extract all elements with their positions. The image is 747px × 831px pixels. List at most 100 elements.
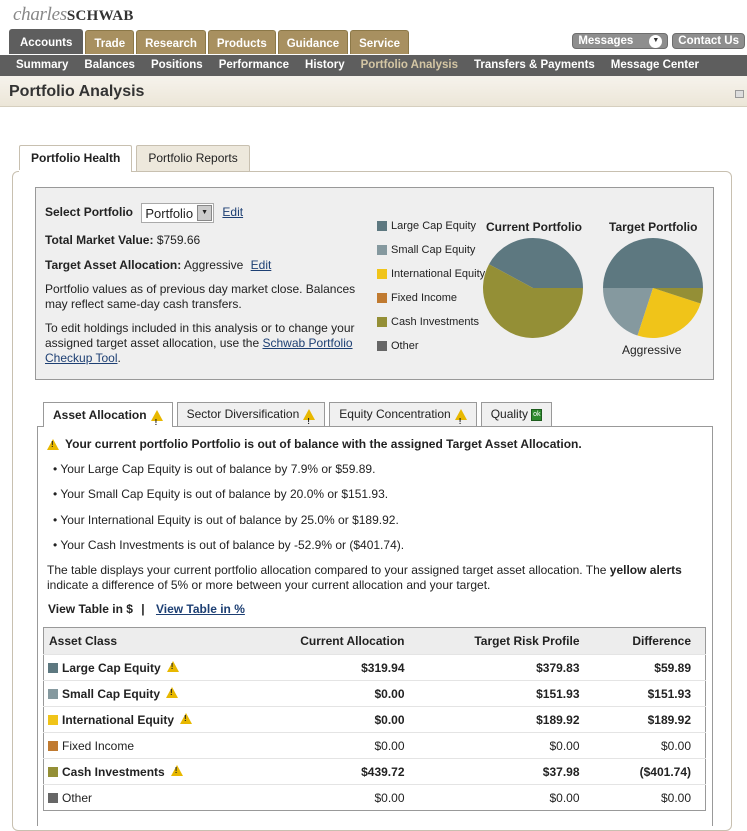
tab-label: Asset Allocation <box>53 407 147 422</box>
target-allocation-label: Target Asset Allocation: <box>45 258 182 272</box>
swatch-fixed-income <box>48 740 58 751</box>
list-item: • Your International Equity is out of ba… <box>53 512 399 527</box>
tab-portfolio-health[interactable]: Portfolio Health <box>19 145 133 172</box>
current-cell: $0.00 <box>243 732 419 759</box>
difference-cell: ($401.74) <box>593 758 706 785</box>
asset-cell: International Equity <box>43 706 244 733</box>
subnav-message-center[interactable]: Message Center <box>611 55 699 76</box>
pie-slice-large-cap <box>603 238 703 288</box>
contact-us-button[interactable]: Contact Us <box>672 33 745 49</box>
view-table-percent-link[interactable]: View Table in % <box>156 602 245 616</box>
legend-label: International Equity <box>391 268 486 280</box>
chevron-down-icon[interactable]: ▼ <box>649 34 663 48</box>
tab-quality[interactable]: Quality ok <box>480 402 553 426</box>
swatch-large-cap <box>48 662 58 673</box>
email-page-icon[interactable] <box>735 90 744 98</box>
subnav-portfolio-analysis[interactable]: Portfolio Analysis <box>361 55 458 76</box>
legend-item: International Equity <box>377 262 485 286</box>
tab-sector-diversification[interactable]: Sector Diversification <box>176 402 326 433</box>
asset-name: Large Cap Equity <box>62 660 161 675</box>
difference-cell: $0.00 <box>593 784 706 811</box>
tab-label: Equity Concentration <box>339 407 451 421</box>
inner-tab-join-mask <box>44 425 168 428</box>
schwab-logo[interactable]: charlesSCHWAB <box>13 4 134 26</box>
legend-item: Small Cap Equity <box>377 238 485 262</box>
portfolio-select[interactable]: Portfolio ▼ <box>141 203 215 223</box>
target-cell: $379.83 <box>418 654 594 681</box>
tab-portfolio-reports[interactable]: Portfolio Reports <box>136 145 250 171</box>
warning-icon <box>180 712 193 724</box>
current-cell: $0.00 <box>243 680 419 707</box>
col-asset-class: Asset Class <box>43 627 244 655</box>
subnav-balances[interactable]: Balances <box>84 55 135 76</box>
balance-alert-text: Your current portfolio Portfolio is out … <box>65 437 582 451</box>
current-cell: $439.72 <box>243 758 419 785</box>
current-cell: $0.00 <box>243 784 419 811</box>
legend-label: Large Cap Equity <box>391 220 476 232</box>
subnav-transfers-payments[interactable]: Transfers & Payments <box>474 55 595 76</box>
tab-join-mask <box>19 170 124 173</box>
current-portfolio-pie <box>483 238 583 338</box>
subnav-positions[interactable]: Positions <box>151 55 203 76</box>
logo-schwab: SCHWAB <box>66 8 134 24</box>
warning-icon <box>166 660 179 672</box>
col-current-allocation: Current Allocation <box>243 627 419 655</box>
main-tab-guidance[interactable]: Guidance <box>277 30 349 54</box>
list-item: • Your Cash Investments is out of balanc… <box>53 537 405 552</box>
legend-item: Fixed Income <box>377 286 485 310</box>
legend-swatch-small-cap <box>377 245 387 255</box>
table-row: Large Cap Equity $319.94 $379.83 $59.89 <box>43 654 706 681</box>
legend-label: Small Cap Equity <box>391 244 476 256</box>
target-portfolio-title: Target Portfolio <box>609 220 698 234</box>
legend-swatch-large-cap <box>377 221 387 231</box>
target-cell: $0.00 <box>418 732 594 759</box>
tab-equity-concentration[interactable]: Equity Concentration <box>329 402 477 433</box>
tab-asset-allocation[interactable]: Asset Allocation <box>43 402 173 434</box>
dropdown-arrow-icon[interactable]: ▼ <box>197 205 213 221</box>
top-buttons: Messages ▼ Contact Us <box>572 33 745 49</box>
total-market-value-label: Total Market Value: <box>45 233 154 247</box>
select-portfolio-label: Select Portfolio <box>45 205 134 220</box>
asset-name: Other <box>62 790 93 805</box>
swatch-small-cap <box>48 688 58 699</box>
logo-charles: charles <box>13 4 67 25</box>
table-row: Small Cap Equity $0.00 $151.93 $151.93 <box>43 680 706 707</box>
subnav-performance[interactable]: Performance <box>219 55 289 76</box>
edit-portfolio-link[interactable]: Edit <box>222 205 243 219</box>
tab-label: Sector Diversification <box>186 407 300 421</box>
main-tab-service[interactable]: Service <box>350 30 410 54</box>
legend-item: Other <box>377 334 485 358</box>
select-portfolio-row: Select Portfolio Portfolio ▼ Edit <box>45 203 243 223</box>
portfolio-select-value: Portfolio <box>145 205 194 221</box>
main-tab-products[interactable]: Products <box>207 30 276 54</box>
asset-cell: Large Cap Equity <box>43 654 244 681</box>
main-tab-trade[interactable]: Trade <box>85 30 135 54</box>
warning-icon <box>166 686 179 698</box>
messages-button[interactable]: Messages ▼ <box>572 33 669 49</box>
target-cell: $151.93 <box>418 680 594 707</box>
swatch-international <box>48 714 58 725</box>
main-tab-accounts[interactable]: Accounts <box>9 29 84 54</box>
outer-tabs: Portfolio Health Portfolio Reports <box>19 145 250 172</box>
subnav-history[interactable]: History <box>305 55 345 76</box>
swatch-cash <box>48 766 58 777</box>
difference-cell: $0.00 <box>593 732 706 759</box>
health-tabs: Asset Allocation Sector Diversification … <box>43 402 553 434</box>
warning-icon <box>150 409 163 434</box>
subnav-summary[interactable]: Summary <box>16 55 68 76</box>
asset-name: Small Cap Equity <box>62 686 161 701</box>
legend-label: Fixed Income <box>391 292 458 304</box>
balance-alert: Your current portfolio Portfolio is out … <box>47 437 582 451</box>
page-title: Portfolio Analysis <box>9 83 145 100</box>
col-difference: Difference <box>593 627 706 655</box>
difference-cell: $189.92 <box>593 706 706 733</box>
asset-name: Cash Investments <box>62 764 165 779</box>
asset-cell: Other <box>43 784 244 811</box>
main-tab-research[interactable]: Research <box>136 30 206 54</box>
total-market-value-row: Total Market Value: $759.66 <box>45 233 200 247</box>
note-period: . <box>117 351 121 365</box>
warning-icon <box>170 764 183 776</box>
table-row: Fixed Income $0.00 $0.00 $0.00 <box>43 732 706 759</box>
page-title-bar: Portfolio Analysis <box>0 76 747 107</box>
edit-target-allocation-link[interactable]: Edit <box>251 258 272 272</box>
